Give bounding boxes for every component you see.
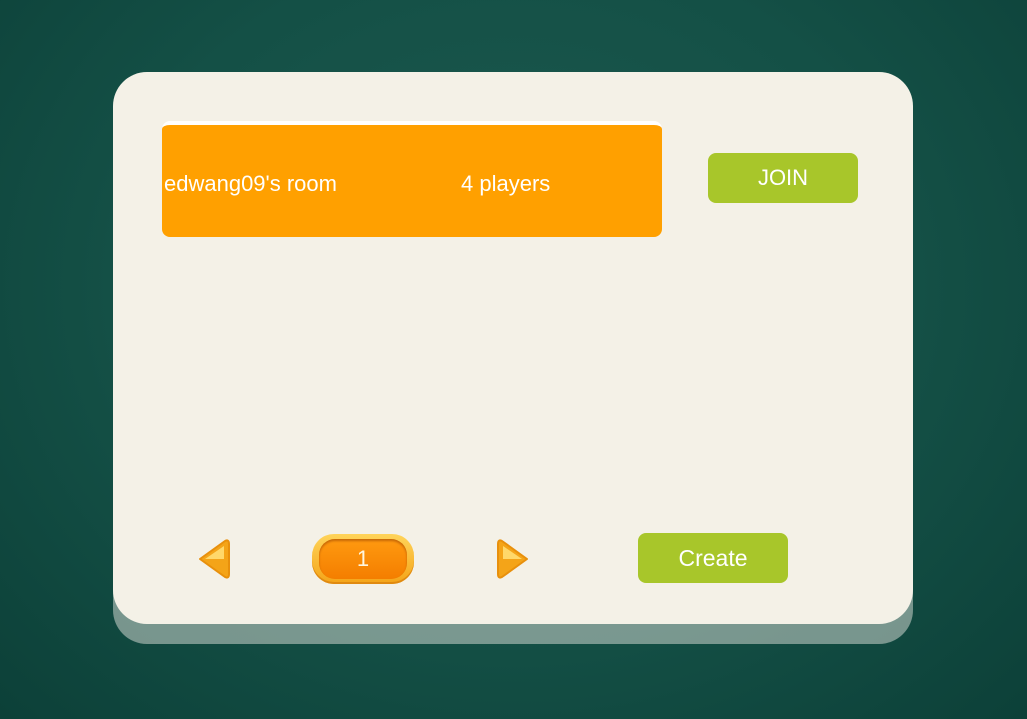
room-row[interactable]: edwang09's room 4 players: [162, 121, 662, 237]
create-room-button[interactable]: Create: [638, 533, 788, 583]
page-number: 1: [319, 539, 407, 579]
join-button[interactable]: JOIN: [708, 153, 858, 203]
room-name: edwang09's room: [164, 171, 337, 196]
prev-page-button[interactable]: [195, 538, 231, 580]
triangle-right-icon: [497, 539, 528, 579]
next-page-button[interactable]: [496, 538, 532, 580]
triangle-left-icon: [199, 539, 230, 579]
room-player-count: 4 players: [461, 171, 551, 196]
page-number-badge: 1: [312, 534, 414, 584]
